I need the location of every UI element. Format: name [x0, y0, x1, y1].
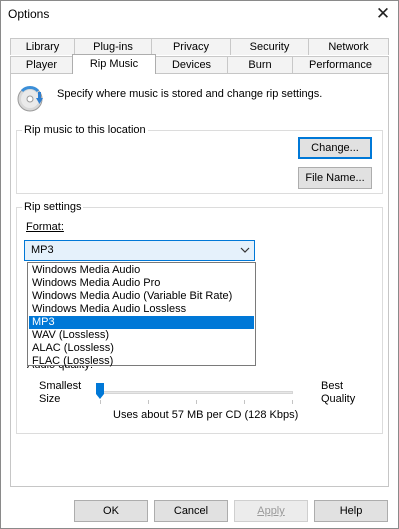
tab-label: Security	[249, 41, 290, 53]
ok-button-label: OK	[103, 505, 119, 517]
help-button-label: Help	[339, 505, 363, 517]
tab-network[interactable]: Network	[308, 38, 389, 55]
change-button-label: Change...	[311, 142, 359, 154]
tab-plug-ins[interactable]: Plug-ins	[74, 38, 152, 55]
format-label: Format:	[26, 221, 64, 233]
format-option[interactable]: ALAC (Lossless)	[29, 342, 254, 355]
format-option[interactable]: WAV (Lossless)	[29, 329, 254, 342]
audio-quality-slider-thumb[interactable]	[96, 383, 104, 399]
slider-tick	[292, 400, 293, 404]
tab-label: Network	[328, 41, 369, 53]
slider-tick	[148, 400, 149, 404]
slider-tick	[100, 400, 101, 404]
usage-text: Uses about 57 MB per CD (128 Kbps)	[113, 409, 299, 421]
tab-label: Library	[25, 41, 60, 53]
audio-quality-slider-track[interactable]	[97, 391, 293, 394]
apply-button[interactable]: Apply	[234, 500, 308, 522]
tab-label: Player	[25, 59, 58, 71]
cd-rip-icon	[16, 84, 46, 114]
window-title: Options	[8, 7, 50, 21]
tab-label: Privacy	[172, 41, 210, 53]
format-option[interactable]: Windows Media Audio (Variable Bit Rate)	[29, 290, 254, 303]
tab-label: Rip Music	[89, 58, 139, 70]
tab-privacy[interactable]: Privacy	[151, 38, 231, 55]
tab-label: Plug-ins	[93, 41, 133, 53]
rip-settings-group-title: Rip settings	[22, 201, 84, 213]
close-icon[interactable]: ✕	[372, 3, 394, 25]
tab-player[interactable]: Player	[10, 56, 73, 73]
smallest-size-label-line2: Size	[39, 393, 61, 405]
tab-label: Burn	[248, 59, 272, 71]
format-option[interactable]: Windows Media Audio Pro	[29, 277, 254, 290]
format-dropdown-list: Windows Media Audio Windows Media Audio …	[27, 262, 256, 368]
tab-performance[interactable]: Performance	[292, 56, 389, 73]
tab-label: Performance	[309, 59, 372, 71]
help-button[interactable]: Help	[314, 500, 388, 522]
cancel-button-label: Cancel	[173, 505, 209, 517]
tab-security[interactable]: Security	[230, 38, 309, 55]
tab-library[interactable]: Library	[10, 38, 75, 55]
apply-button-label: Apply	[257, 505, 285, 517]
change-button[interactable]: Change...	[298, 137, 372, 159]
best-quality-label-line2: Quality	[321, 393, 356, 405]
title-bar: Options ✕	[0, 0, 397, 30]
file-name-button[interactable]: File Name...	[298, 167, 372, 189]
tab-label: Devices	[171, 59, 212, 71]
file-name-button-label: File Name...	[305, 172, 365, 184]
tab-burn[interactable]: Burn	[227, 56, 293, 73]
smallest-size-label-line1: Smallest	[39, 380, 82, 392]
chevron-down-icon	[239, 243, 251, 257]
ok-button[interactable]: OK	[74, 500, 148, 522]
rip-location-group-title: Rip music to this location	[22, 124, 148, 136]
format-select[interactable]: MP3	[24, 240, 255, 261]
tab-rip-music[interactable]: Rip Music	[72, 54, 156, 74]
description-text: Specify where music is stored and change…	[57, 88, 323, 100]
tab-devices[interactable]: Devices	[155, 56, 228, 73]
slider-tick	[196, 400, 197, 404]
slider-tick	[244, 400, 245, 404]
format-select-value: MP3	[31, 244, 54, 256]
format-option[interactable]: Windows Media Audio Lossless	[29, 303, 254, 316]
best-quality-label-line1: Best	[321, 380, 344, 392]
format-option[interactable]: FLAC (Lossless)	[29, 355, 254, 368]
cancel-button[interactable]: Cancel	[154, 500, 228, 522]
format-option[interactable]: Windows Media Audio	[29, 264, 254, 277]
format-option-selected[interactable]: MP3	[29, 316, 254, 329]
